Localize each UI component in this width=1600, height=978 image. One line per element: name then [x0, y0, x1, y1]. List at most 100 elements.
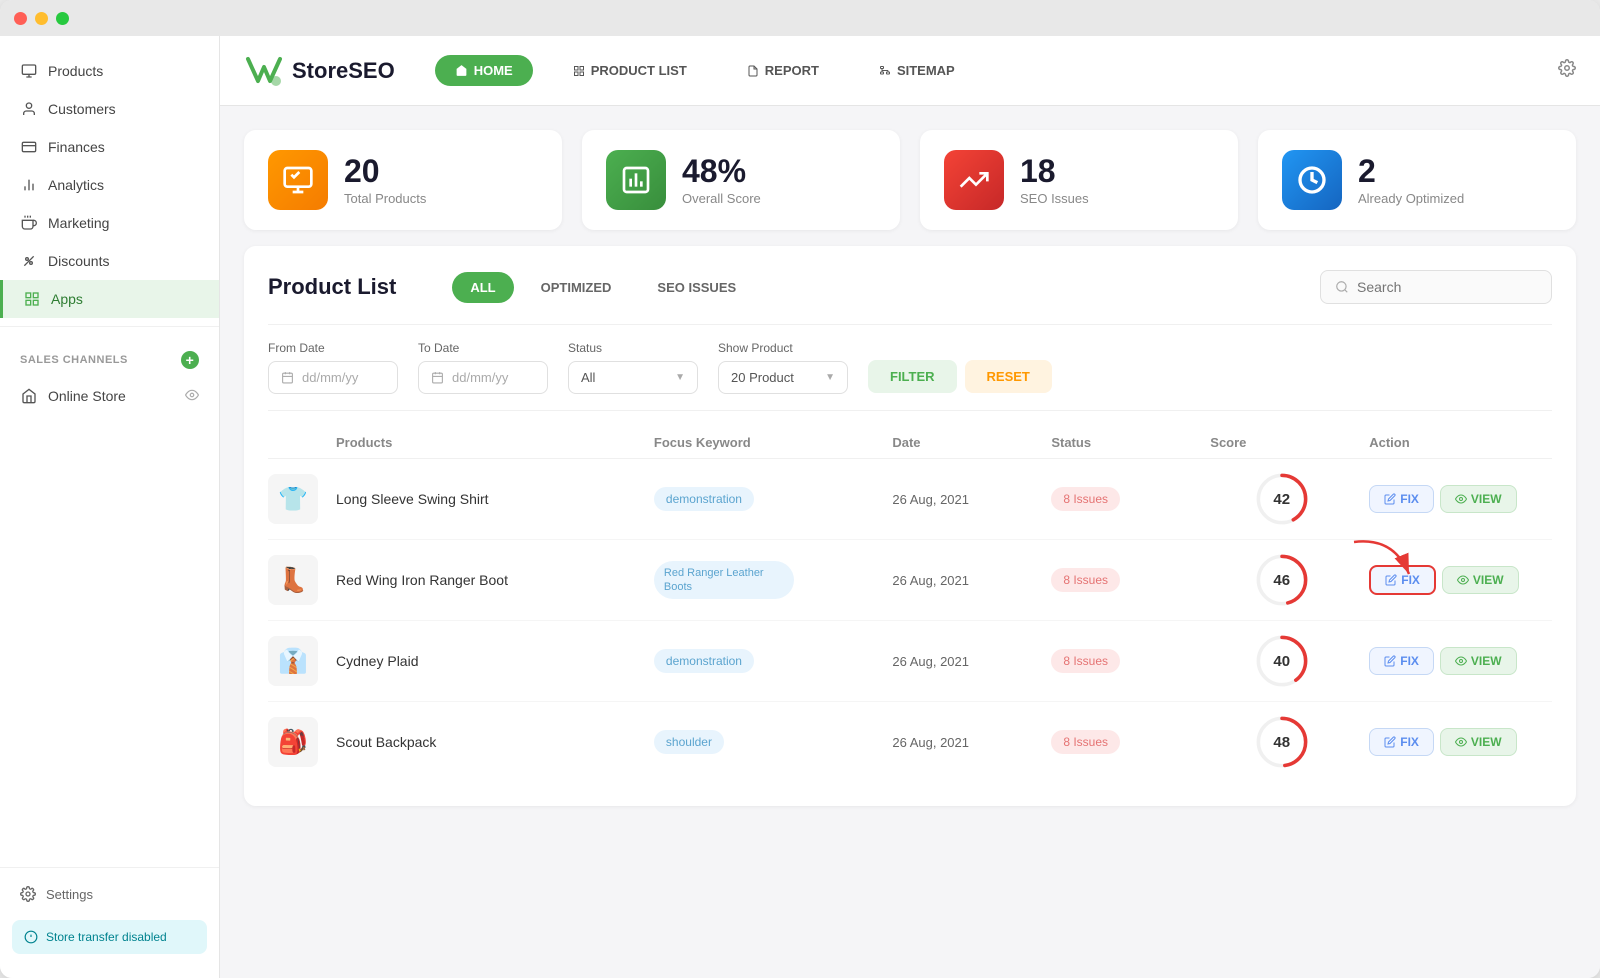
settings-item[interactable]: Settings: [0, 876, 219, 912]
calendar-icon-2: [431, 371, 444, 384]
nav-product-list-button[interactable]: PRODUCT LIST: [553, 55, 707, 86]
show-product-select[interactable]: 20 Product ▼: [718, 361, 848, 394]
tab-seo-issues[interactable]: SEO ISSUES: [638, 271, 755, 304]
col-products: Products: [328, 435, 646, 450]
table-body: 👕 Long Sleeve Swing Shirt demonstration …: [268, 459, 1552, 782]
product-list-section: Product List ALL OPTIMIZED SEO ISSUES Fr…: [244, 246, 1576, 806]
logo: StoreSEO: [244, 53, 395, 89]
stat-icon-products: [268, 150, 328, 210]
customers-icon: [20, 100, 38, 118]
stat-label-issues: SEO Issues: [1020, 191, 1089, 206]
store-transfer-notice: Store transfer disabled: [12, 920, 207, 954]
list-icon: [573, 65, 585, 77]
stat-label-products: Total Products: [344, 191, 426, 206]
report-icon: [747, 65, 759, 77]
status-label: Status: [568, 341, 698, 355]
sidebar-item-finances[interactable]: Finances: [0, 128, 219, 166]
status-select[interactable]: All ▼: [568, 361, 698, 394]
sidebar-item-apps[interactable]: Apps: [0, 280, 219, 318]
sidebar-item-analytics[interactable]: Analytics: [0, 166, 219, 204]
logo-text: StoreSEO: [292, 58, 395, 84]
settings-gear-button[interactable]: [1558, 59, 1576, 82]
stat-info-products: 20 Total Products: [344, 155, 426, 206]
fix-button[interactable]: FIX: [1369, 728, 1434, 756]
score-number: 42: [1256, 473, 1308, 525]
sidebar-item-discounts[interactable]: Discounts: [0, 242, 219, 280]
sidebar-item-label: Apps: [51, 291, 83, 307]
to-date-input[interactable]: dd/mm/yy: [418, 361, 548, 394]
add-channel-button[interactable]: +: [181, 351, 199, 369]
reset-button[interactable]: RESET: [965, 360, 1052, 393]
view-button[interactable]: VIEW: [1440, 728, 1517, 756]
keyword-cell: shoulder: [646, 730, 884, 754]
filters-row: From Date dd/mm/yy To Date dd/mm/yy: [268, 324, 1552, 411]
stat-icon-issues: [944, 150, 1004, 210]
search-icon: [1335, 280, 1349, 294]
edit-icon: [1384, 493, 1396, 505]
product-list-header: Product List ALL OPTIMIZED SEO ISSUES: [268, 270, 1552, 304]
minimize-dot[interactable]: [35, 12, 48, 25]
action-cell: FIX VIEW: [1361, 485, 1552, 513]
tab-all[interactable]: ALL: [452, 272, 513, 303]
main-layout: Products Customers Finances Analytics: [0, 36, 1600, 978]
keyword-cell: demonstration: [646, 649, 884, 673]
sidebar-item-customers[interactable]: Customers: [0, 90, 219, 128]
sidebar-item-products[interactable]: Products: [0, 52, 219, 90]
fix-button[interactable]: FIX: [1369, 485, 1434, 513]
stat-card-optimized: 2 Already Optimized: [1258, 130, 1576, 230]
from-date-input[interactable]: dd/mm/yy: [268, 361, 398, 394]
product-name: Red Wing Iron Ranger Boot: [328, 572, 646, 588]
keyword-cell: demonstration: [646, 487, 884, 511]
search-input[interactable]: [1357, 279, 1537, 295]
nav-sitemap-button[interactable]: SITEMAP: [859, 55, 975, 86]
eye-icon: [185, 388, 199, 405]
info-icon: [24, 930, 38, 944]
view-button[interactable]: VIEW: [1440, 647, 1517, 675]
fullscreen-dot[interactable]: [56, 12, 69, 25]
eye-btn-icon: [1455, 655, 1467, 667]
fix-button[interactable]: FIX: [1369, 565, 1436, 595]
logo-icon: [244, 53, 284, 89]
stat-number-issues: 18: [1020, 155, 1089, 187]
table-row: 🎒 Scout Backpack shoulder 26 Aug, 2021 8…: [268, 702, 1552, 782]
score-circle: 48: [1256, 716, 1308, 768]
col-score: Score: [1202, 435, 1361, 450]
score-cell: 42: [1202, 473, 1361, 525]
product-image: 👢: [268, 555, 318, 605]
fix-button[interactable]: FIX: [1369, 647, 1434, 675]
score-cell: 46: [1202, 554, 1361, 606]
filter-button[interactable]: FILTER: [868, 360, 957, 393]
online-store-icon: [20, 387, 38, 405]
sidebar-bottom: Settings Store transfer disabled: [0, 859, 219, 962]
stat-card-products: 20 Total Products: [244, 130, 562, 230]
view-button[interactable]: VIEW: [1442, 566, 1519, 594]
sidebar-item-label: Finances: [48, 139, 105, 155]
score-circle: 40: [1256, 635, 1308, 687]
nav-report-button[interactable]: REPORT: [727, 55, 839, 86]
filter-tabs: ALL OPTIMIZED SEO ISSUES: [452, 271, 755, 304]
keyword-cell: Red Ranger Leather Boots: [646, 561, 884, 600]
sidebar-item-label: Customers: [48, 101, 116, 117]
stat-info-issues: 18 SEO Issues: [1020, 155, 1089, 206]
tab-optimized[interactable]: OPTIMIZED: [522, 271, 631, 304]
product-image: 👔: [268, 636, 318, 686]
stat-label-score: Overall Score: [682, 191, 761, 206]
col-status: Status: [1043, 435, 1202, 450]
score-circle: 46: [1256, 554, 1308, 606]
sidebar-item-online-store[interactable]: Online Store: [0, 377, 219, 415]
table-row: 👢 Red Wing Iron Ranger Boot Red Ranger L…: [268, 540, 1552, 621]
sidebar-item-marketing[interactable]: Marketing: [0, 204, 219, 242]
view-button[interactable]: VIEW: [1440, 485, 1517, 513]
table-header: Products Focus Keyword Date Status Score…: [268, 427, 1552, 459]
close-dot[interactable]: [14, 12, 27, 25]
store-transfer-label: Store transfer disabled: [46, 930, 167, 944]
settings-icon: [20, 886, 36, 902]
sidebar-item-label: Analytics: [48, 177, 104, 193]
stat-info-optimized: 2 Already Optimized: [1358, 155, 1464, 206]
product-image: 🎒: [268, 717, 318, 767]
nav-home-button[interactable]: HOME: [435, 55, 533, 86]
sidebar-divider-bottom: [0, 867, 219, 868]
col-action: Action: [1361, 435, 1552, 450]
eye-btn-icon: [1455, 736, 1467, 748]
date-cell: 26 Aug, 2021: [884, 573, 1043, 588]
